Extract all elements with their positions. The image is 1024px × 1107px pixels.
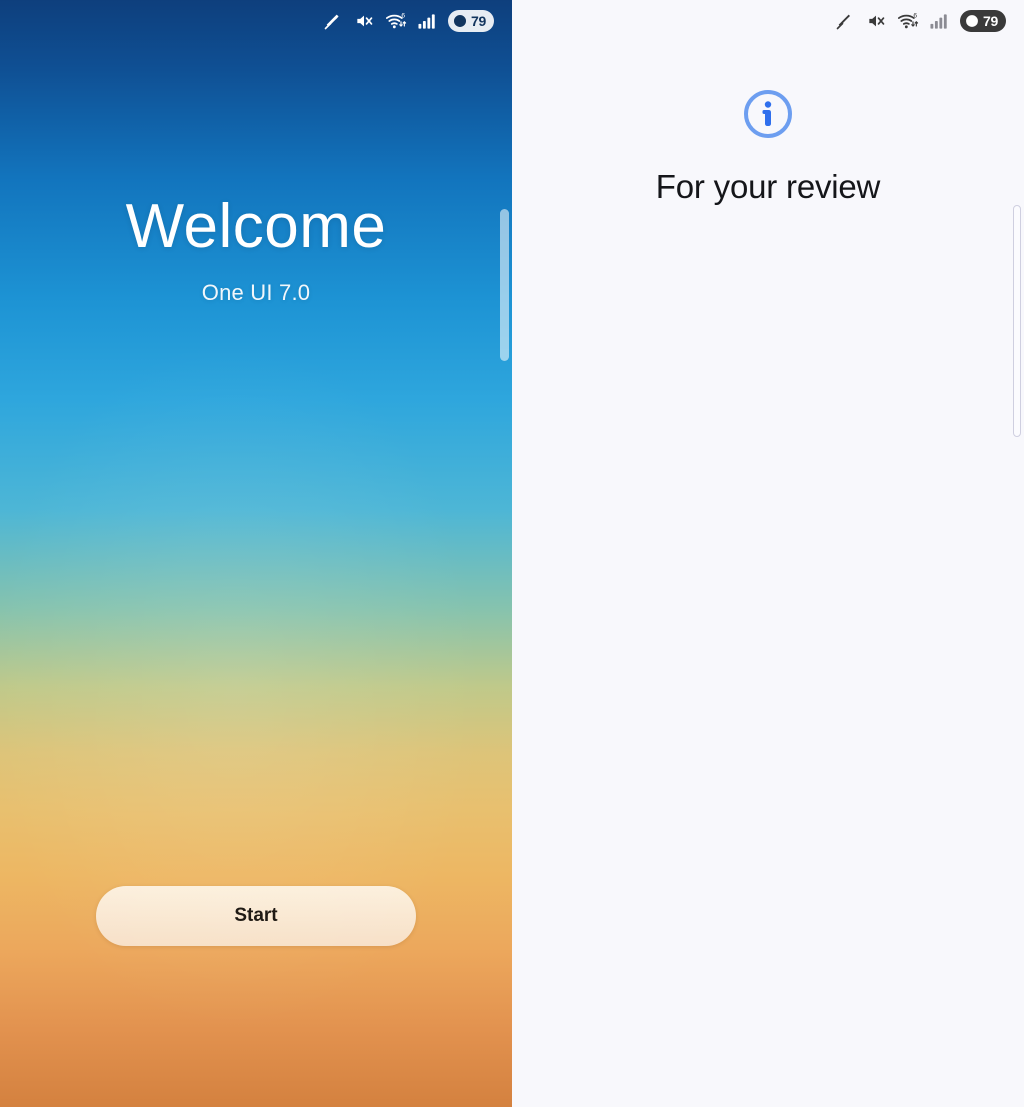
wifi-6-icon: 6 bbox=[897, 13, 919, 29]
battery-icon bbox=[966, 15, 978, 27]
wifi-6-icon: 6 bbox=[385, 13, 407, 29]
status-bar-right: 6 79 bbox=[512, 0, 1024, 42]
welcome-subtitle: One UI 7.0 bbox=[201, 280, 311, 305]
battery-indicator: 79 bbox=[960, 10, 1006, 32]
microphone-muted-icon bbox=[836, 14, 851, 30]
welcome-screen: 6 79 Welcome One UI 7.0 Start bbox=[0, 0, 512, 1107]
microphone-muted-icon bbox=[324, 14, 339, 30]
battery-percent: 79 bbox=[471, 13, 486, 29]
svg-text:6: 6 bbox=[401, 13, 405, 20]
cellular-signal-icon bbox=[930, 14, 947, 29]
info-circle-icon bbox=[512, 88, 1024, 140]
review-screen: 6 79 For your review bbox=[512, 0, 1024, 1107]
welcome-heading-block: Welcome One UI 7.0 bbox=[0, 196, 512, 306]
svg-text:6: 6 bbox=[913, 13, 917, 20]
status-bar-left: 6 79 bbox=[0, 0, 512, 42]
page-title: For your review bbox=[655, 168, 881, 205]
right-scrollbar[interactable] bbox=[1013, 205, 1021, 437]
start-button[interactable]: Start bbox=[96, 886, 416, 946]
battery-indicator: 79 bbox=[448, 10, 494, 32]
screenshot-root: 6 79 Welcome One UI 7.0 Start 6 79 For y… bbox=[0, 0, 1024, 1107]
sound-muted-icon bbox=[869, 15, 885, 27]
battery-icon bbox=[454, 15, 466, 27]
sound-muted-icon bbox=[357, 15, 373, 27]
cellular-signal-icon bbox=[418, 14, 435, 29]
welcome-title: Welcome bbox=[125, 192, 387, 261]
battery-percent: 79 bbox=[983, 13, 998, 29]
